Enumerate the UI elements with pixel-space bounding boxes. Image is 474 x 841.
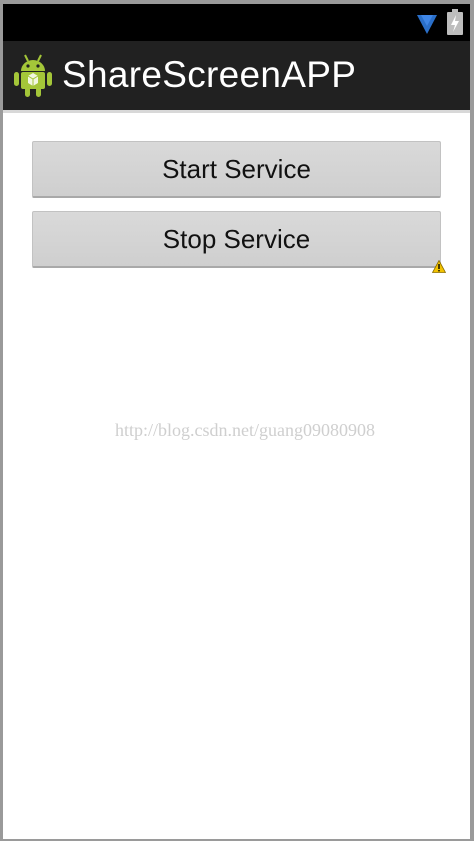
watermark-text: http://blog.csdn.net/guang09080908 <box>115 420 375 440</box>
start-service-button[interactable]: Start Service <box>32 141 441 198</box>
device-screen: ShareScreenAPP Start Service Stop Servic… <box>3 4 470 839</box>
stop-service-button[interactable]: Stop Service <box>32 211 441 268</box>
app-title: ShareScreenAPP <box>62 54 357 95</box>
android-robot-icon <box>14 54 52 97</box>
warning-triangle-icon <box>432 260 446 273</box>
action-bar-divider <box>3 110 470 113</box>
action-bar: ShareScreenAPP <box>3 41 470 110</box>
wifi-icon <box>417 15 437 34</box>
status-bar <box>3 4 470 41</box>
battery-charging-icon <box>447 9 463 35</box>
